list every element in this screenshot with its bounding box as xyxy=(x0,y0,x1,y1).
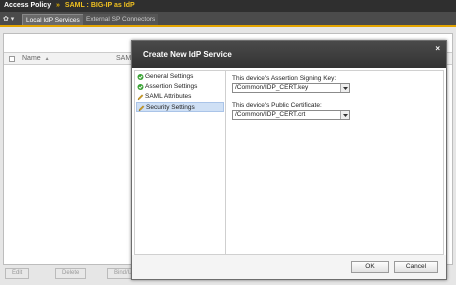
select-all-checkbox[interactable] xyxy=(9,56,15,62)
check-circle-icon xyxy=(137,74,144,80)
cancel-button[interactable]: Cancel xyxy=(394,261,438,273)
breadcrumb-separator: » xyxy=(56,2,60,9)
create-idp-service-dialog: Create New IdP Service × General Setting… xyxy=(131,40,447,280)
nav-item-label: SAML Attributes xyxy=(145,93,192,100)
breadcrumb-section[interactable]: Access Policy xyxy=(4,2,51,9)
nav-item-security-settings[interactable]: Security Settings xyxy=(136,102,224,112)
nav-item-label: Assertion Settings xyxy=(145,83,198,90)
edit-button[interactable]: Edit xyxy=(5,268,30,279)
ok-button[interactable]: OK xyxy=(351,261,389,273)
certificate-value: /Common/IDP_CERT.crt xyxy=(235,111,306,118)
signing-key-value: /Common/IDP_CERT.key xyxy=(235,84,309,91)
app-window: Access Policy » SAML : BIG-IP as IdP ✿ ▾… xyxy=(0,0,456,285)
certificate-select[interactable]: /Common/IDP_CERT.crt xyxy=(232,110,350,120)
nav-item-label: General Settings xyxy=(145,73,194,80)
dialog-body: General Settings Assertion Settings SAML… xyxy=(134,70,444,255)
gear-menu-icon[interactable]: ✿ ▾ xyxy=(3,14,19,25)
tab-bar: ✿ ▾ Local IdP Services External SP Conne… xyxy=(0,12,456,27)
delete-button[interactable]: Delete xyxy=(55,268,87,279)
title-bar: Access Policy » SAML : BIG-IP as IdP xyxy=(0,0,456,12)
dialog-title: Create New IdP Service xyxy=(143,50,232,59)
dialog-footer: OK Cancel xyxy=(132,255,446,279)
pencil-icon xyxy=(138,105,145,112)
nav-item-saml-attributes[interactable]: SAML Attributes xyxy=(136,92,224,102)
tab-local-idp-services[interactable]: Local IdP Services xyxy=(22,14,84,25)
close-icon[interactable]: × xyxy=(435,44,440,53)
nav-item-general-settings[interactable]: General Settings xyxy=(136,72,224,82)
column-name-label: Name xyxy=(22,55,41,62)
security-settings-panel: This device's Assertion Signing Key: /Co… xyxy=(229,71,443,254)
nav-item-label: Security Settings xyxy=(146,104,195,111)
signing-key-select[interactable]: /Common/IDP_CERT.key xyxy=(232,83,350,93)
settings-nav: General Settings Assertion Settings SAML… xyxy=(135,71,226,254)
certificate-label: This device's Public Certificate: xyxy=(232,102,322,109)
sort-asc-icon: ▲ xyxy=(44,56,50,62)
chevron-down-icon[interactable] xyxy=(340,84,349,92)
list-toolbar: Edit Delete Bind/Unbind xyxy=(3,268,154,280)
nav-item-assertion-settings[interactable]: Assertion Settings xyxy=(136,82,224,92)
dialog-header: Create New IdP Service × xyxy=(132,41,446,68)
column-header-name[interactable]: Name ▲ xyxy=(22,55,50,62)
pencil-icon xyxy=(137,94,144,101)
tab-external-sp-connectors[interactable]: External SP Connectors xyxy=(83,14,159,25)
breadcrumb-page: SAML : BIG-IP as IdP xyxy=(64,2,135,9)
chevron-down-icon[interactable] xyxy=(340,111,349,119)
check-circle-icon xyxy=(137,84,144,90)
signing-key-label: This device's Assertion Signing Key: xyxy=(232,75,337,82)
